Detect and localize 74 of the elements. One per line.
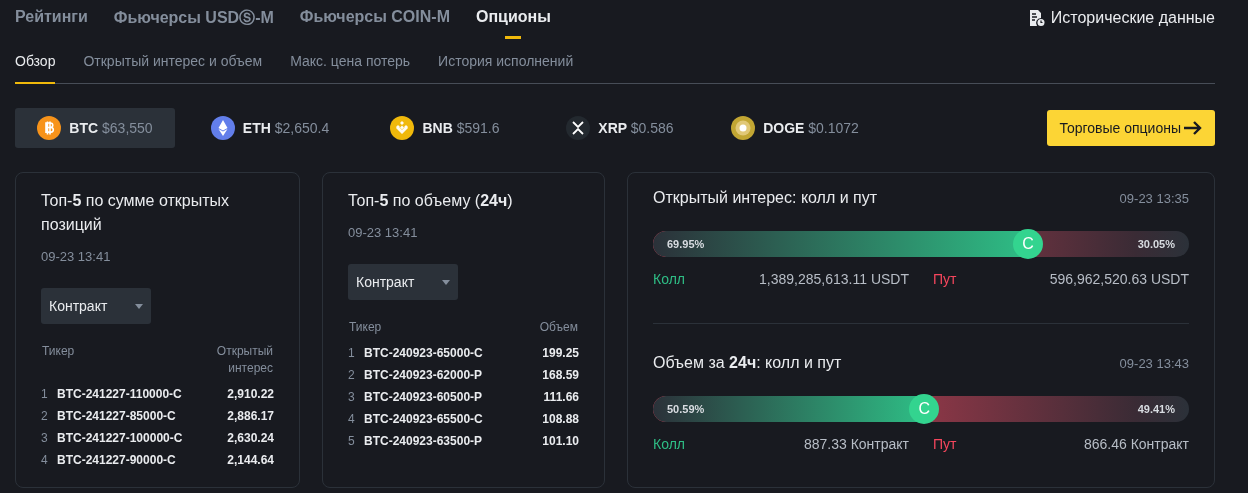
arrow-right-icon [1183,120,1203,136]
call-value: 887.33 Контракт [803,436,909,452]
put-percent: 49.41% [1137,402,1175,417]
value-cell-text: 101.10 [541,433,579,450]
rank-number: 3 [348,386,364,408]
section-tab[interactable]: Макс. цена потерь [290,44,411,84]
put-label: Пут [933,436,957,452]
rank-number: 2 [348,364,364,386]
market-tab[interactable]: Опционы [475,0,551,42]
value-cell-text: 2,144.64 [226,452,274,469]
contract-dropdown[interactable]: Контракт [348,264,458,300]
section-title: Открытый интерес: колл и пут [653,189,878,207]
market-tab[interactable]: Рейтинги [15,0,88,42]
ticker-cell-text: BTC-240923-63500-P [364,433,484,450]
rank-number: 4 [41,449,57,471]
coin-tab[interactable]: XRP $0.586 [540,108,700,148]
ticker-cell-text: BTC-240923-62000-P [364,367,484,384]
timestamp: 09-23 13:43 [1119,355,1189,371]
put-label: Пут [933,271,957,287]
historical-data-link[interactable]: Исторические данные [1028,0,1215,27]
put-value: 596,962,520.63 USDT [1049,271,1189,287]
section-tab[interactable]: Открытый интерес и объем [83,44,263,84]
card-title: Топ-5 по сумме открытых позиций [41,191,231,235]
column-header: Тикер [348,319,383,336]
call-label: Колл [653,271,685,287]
ticker-cell-text: BTC-241227-85000-C [57,408,177,425]
timestamp: 09-23 13:35 [1119,190,1189,206]
put-percent: 30.05% [1137,237,1175,252]
value-cell-text: 199.25 [541,345,579,362]
rank-number: 3 [41,427,57,449]
timestamp: 09-23 13:41 [41,249,112,264]
caret-down-icon [135,303,143,309]
ticker-cell-text: BTC-241227-100000-C [57,430,184,447]
call-percent: 69.95% [667,237,705,252]
value-cell-text: 108.88 [541,411,579,428]
value-cell-text: 2,886.17 [226,408,274,425]
coin-tab[interactable]: BNB $591.6 [365,108,525,148]
contract-dropdown[interactable]: Контракт [41,288,151,324]
coin-tab[interactable]: DOGE $0.1072 [715,108,875,148]
ratio-marker: C [1012,229,1043,259]
column-header: Тикер [41,343,76,360]
caret-down-icon [442,279,450,285]
ticker-cell-text: BTC-241227-90000-C [57,452,177,469]
ratio-marker: C [909,394,940,424]
market-tab[interactable]: Фьючерсы USDⓈ-M [113,0,274,42]
ticker-cell-text: BTC-240923-65500-C [364,411,484,428]
call-percent: 50.59% [667,402,705,417]
value-cell-text: 168.59 [541,367,579,384]
rank-number: 2 [41,405,57,427]
call-label: Колл [653,436,685,452]
coin-tab[interactable]: ETH $2,650.4 [190,108,350,148]
value-cell-text: 2,630.24 [226,430,274,447]
call-value: 1,389,285,613.11 USDT [759,271,909,287]
document-clock-icon [1028,9,1045,27]
section-tab[interactable]: Обзор [15,44,56,84]
column-header: Объем [538,319,579,336]
value-cell-text: 2,910.22 [226,386,274,403]
card-title: Топ-5 по объему (24ч) [348,191,514,211]
rank-number: 1 [348,342,364,364]
coin-tab[interactable]: BTC $63,550 [15,108,175,148]
column-header: Открытый интерес [215,343,274,377]
timestamp: 09-23 13:41 [348,225,419,240]
trade-options-button[interactable]: Торговые опционы [1047,110,1215,146]
rank-number: 1 [41,383,57,405]
ticker-cell-text: BTC-240923-65000-C [364,345,484,362]
ticker-cell-text: BTC-240923-60500-P [364,389,484,406]
section-tab[interactable]: История исполнений [438,44,574,84]
rank-number: 5 [348,430,364,452]
put-value: 866.46 Контракт [1083,436,1189,452]
value-cell-text: 111.66 [542,389,579,406]
ticker-cell-text: BTC-241227-110000-C [57,386,183,403]
market-tab[interactable]: Фьючерсы COIN-M [299,0,450,42]
rank-number: 4 [348,408,364,430]
section-title: Объем за 24ч: колл и пут [653,354,842,372]
